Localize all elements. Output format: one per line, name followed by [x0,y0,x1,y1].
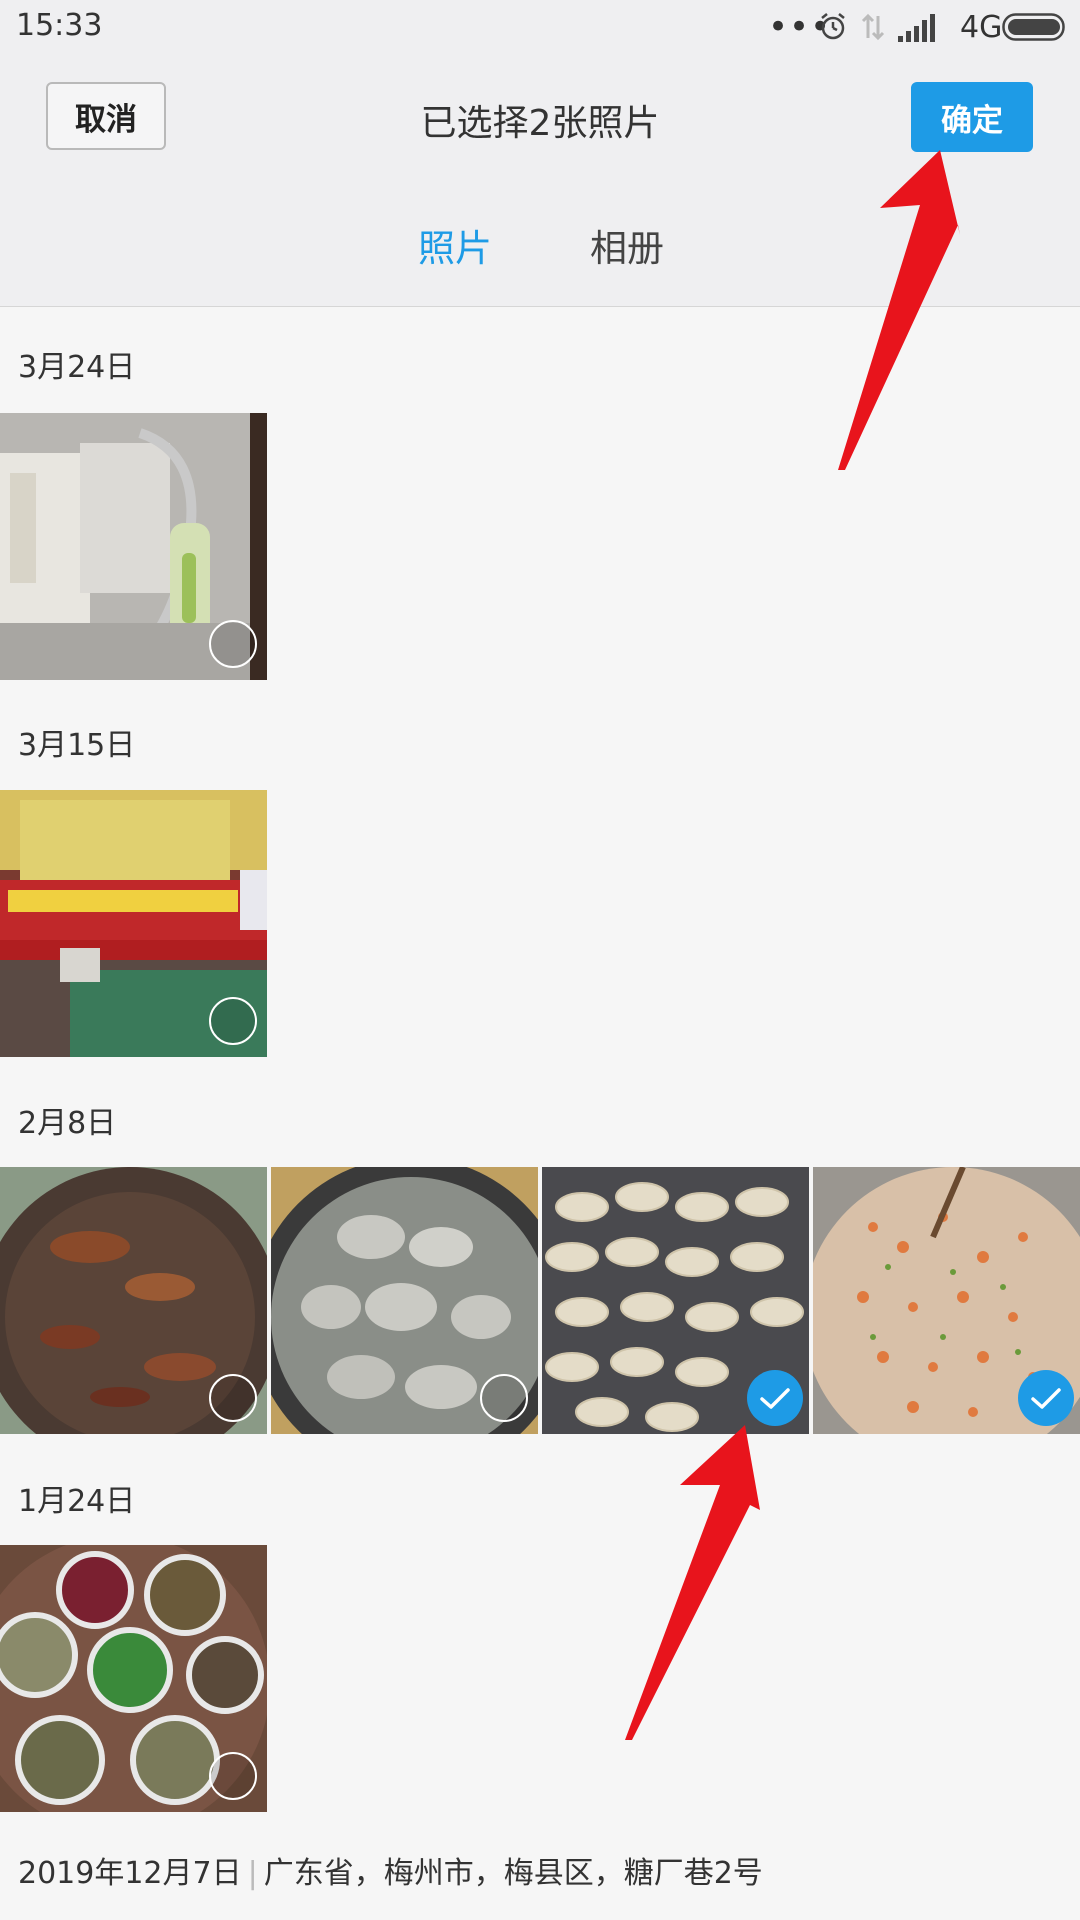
select-circle[interactable] [480,1374,528,1422]
confirm-button[interactable]: 确定 [911,82,1033,152]
photo-thumbnail[interactable] [0,1545,267,1812]
photo-thumbnail[interactable] [542,1167,809,1434]
photo-thumbnail[interactable] [0,790,267,1057]
photo-thumbnail[interactable] [0,1167,267,1434]
status-time: 15:33 [16,8,103,43]
section-date: 2019年12月7日 [18,1856,242,1891]
select-circle[interactable] [209,1374,257,1422]
network-type: 4G [960,10,1003,45]
photo-picker-screen: 15:33 ••• 4G 取消 已选择2张照片 确定 照片 相册 3月24日 3… [0,0,1080,1920]
checkmark-icon [1031,1388,1061,1409]
select-circle[interactable] [209,1752,257,1800]
battery-icon [1002,13,1065,41]
divider: | [247,1856,258,1891]
data-transfer-icon [861,13,885,41]
signal-icon [898,14,935,42]
alarm-icon [821,13,845,40]
checkmark-icon [760,1388,790,1409]
selected-check[interactable] [1018,1370,1074,1426]
arrow-to-selected-photo [625,1425,760,1740]
section-date: 1月24日 [18,1484,136,1519]
select-circle[interactable] [209,620,257,668]
picker-header: 取消 已选择2张照片 确定 照片 相册 [0,58,1080,307]
photo-thumbnail[interactable] [0,413,267,680]
photo-thumbnail[interactable] [813,1167,1080,1434]
selection-title: 已选择2张照片 [420,103,660,144]
select-circle[interactable] [209,997,257,1045]
tab-albums[interactable]: 相册 [590,218,664,272]
section-date: 2月8日 [18,1106,117,1141]
next-section-header: 2019年12月7日 | 广东省，梅州市，梅县区，糖厂巷2号 [18,1848,763,1892]
selected-check[interactable] [747,1370,803,1426]
tab-photos[interactable]: 照片 [418,218,492,272]
section-date: 3月24日 [18,350,136,385]
section-date: 3月15日 [18,728,136,763]
photo-thumbnail[interactable] [271,1167,538,1434]
status-bar: 15:33 ••• 4G [0,0,1080,58]
cancel-button[interactable]: 取消 [46,82,166,150]
section-location: 广东省，梅州市，梅县区，糖厂巷2号 [263,1856,763,1891]
